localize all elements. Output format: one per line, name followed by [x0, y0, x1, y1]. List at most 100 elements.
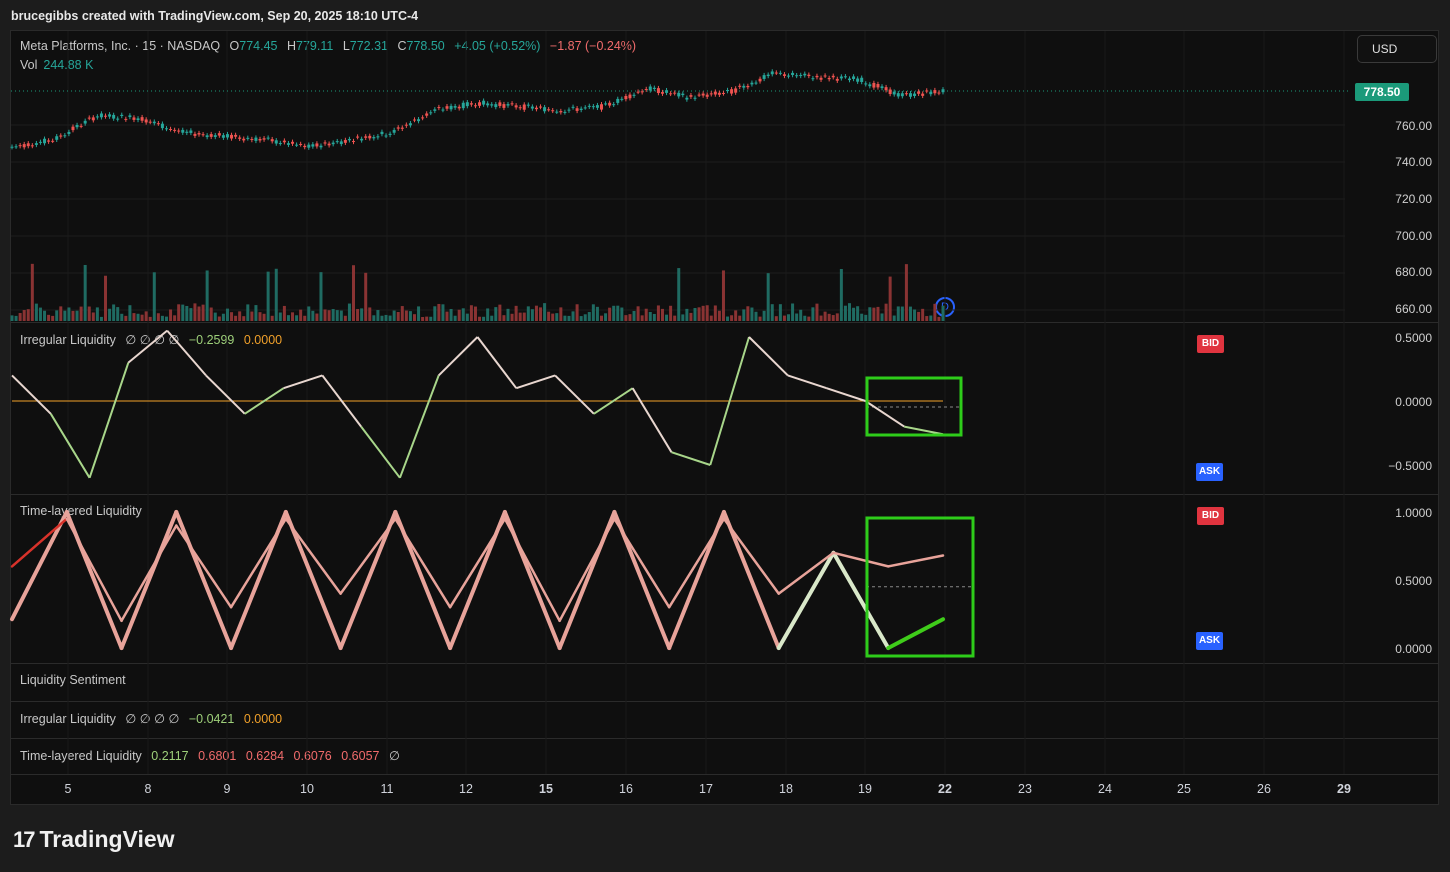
volume-bar [632, 310, 636, 321]
price-candle [457, 106, 461, 109]
volume-bar [758, 316, 762, 321]
price-candle [250, 139, 254, 141]
price-candle [79, 125, 83, 127]
volume-bar [839, 268, 843, 321]
volume-bar [575, 304, 579, 321]
price-candle [63, 135, 67, 137]
price-candle [490, 104, 494, 106]
price-candle [30, 145, 34, 147]
volume-bar [201, 304, 205, 321]
volume-bar [917, 311, 921, 321]
price-candle [831, 75, 835, 78]
price-candle [648, 86, 652, 91]
price-candle [888, 89, 892, 95]
volume-bar [730, 315, 734, 321]
volume-bar [689, 312, 693, 321]
price-candle [347, 138, 351, 141]
price-candle [343, 139, 347, 143]
volume-bar [705, 305, 709, 321]
volume-bar [246, 304, 250, 321]
volume-bar [360, 308, 364, 321]
price-candle [242, 138, 246, 141]
price-candle [746, 85, 750, 88]
volume-bar [473, 306, 477, 321]
volume-bar [709, 315, 713, 321]
time-layered-segment [777, 551, 835, 595]
volume-bar [925, 316, 929, 321]
price-candle [624, 95, 628, 100]
price-candle [108, 114, 112, 117]
time-layered-segment [174, 510, 234, 650]
time-layered-segment [613, 517, 671, 609]
price-candle [937, 92, 941, 94]
price-candle [669, 93, 673, 95]
volume-bar [388, 315, 392, 321]
volume-bar [587, 312, 591, 321]
volume-bar [620, 307, 624, 321]
price-candle [461, 102, 465, 109]
volume-bar [319, 272, 323, 321]
price-candle [563, 111, 567, 113]
volume-bar [404, 310, 408, 321]
price-candle [87, 117, 91, 119]
volume-bar [120, 313, 124, 321]
volume-bar [685, 308, 689, 321]
price-candle [417, 119, 421, 122]
price-candle [404, 124, 408, 126]
price-candle [213, 135, 217, 137]
price-candle [238, 137, 242, 139]
volume-bar [136, 313, 140, 321]
price-candle [681, 93, 685, 96]
price-candle [742, 85, 746, 88]
volume-bar [238, 311, 242, 321]
price-candle [286, 143, 290, 145]
time-layered-segment [283, 510, 343, 650]
price-candle [941, 89, 945, 93]
volume-bar [770, 304, 774, 321]
price-candle [713, 91, 717, 95]
price-candle [827, 77, 831, 80]
price-candle [726, 90, 730, 92]
volume-bar [193, 303, 197, 321]
price-candle [847, 78, 851, 81]
price-candle [555, 111, 559, 113]
price-candle [530, 106, 534, 109]
irregular-liquidity-segment [515, 374, 556, 390]
price-candle [307, 144, 311, 148]
price-candle [217, 133, 221, 136]
chart-plot-area[interactable] [0, 0, 1450, 872]
price-candle [823, 75, 827, 77]
price-candle [360, 138, 364, 141]
price-candle [908, 93, 912, 97]
price-candle [856, 78, 860, 82]
price-candle [904, 93, 908, 95]
volume-bar [787, 314, 791, 321]
volume-bar [234, 315, 238, 321]
volume-bar [616, 305, 620, 321]
volume-bar [270, 315, 274, 321]
price-candle [99, 113, 103, 118]
price-candle [498, 102, 502, 106]
volume-bar [571, 311, 575, 321]
volume-bar [900, 306, 904, 321]
price-candle [758, 78, 762, 82]
price-candle [323, 142, 327, 144]
volume-bar [604, 313, 608, 321]
volume-bar [510, 313, 514, 321]
time-layered-segment [229, 517, 288, 609]
irregular-liquidity-segment [438, 336, 479, 377]
price-candle [274, 140, 278, 144]
time-layered-segment [776, 550, 836, 650]
volume-bar [79, 306, 83, 321]
price-candle [795, 75, 799, 77]
price-candle [921, 93, 925, 96]
price-candle [612, 104, 616, 106]
price-candle [933, 90, 937, 94]
volume-bar [551, 313, 555, 321]
time-layered-segment [394, 517, 452, 609]
volume-bar [258, 312, 262, 321]
volume-bar [160, 315, 164, 321]
irregular-liquidity-segment [49, 413, 91, 479]
price-candle [91, 117, 95, 121]
volume-bar [217, 316, 221, 321]
